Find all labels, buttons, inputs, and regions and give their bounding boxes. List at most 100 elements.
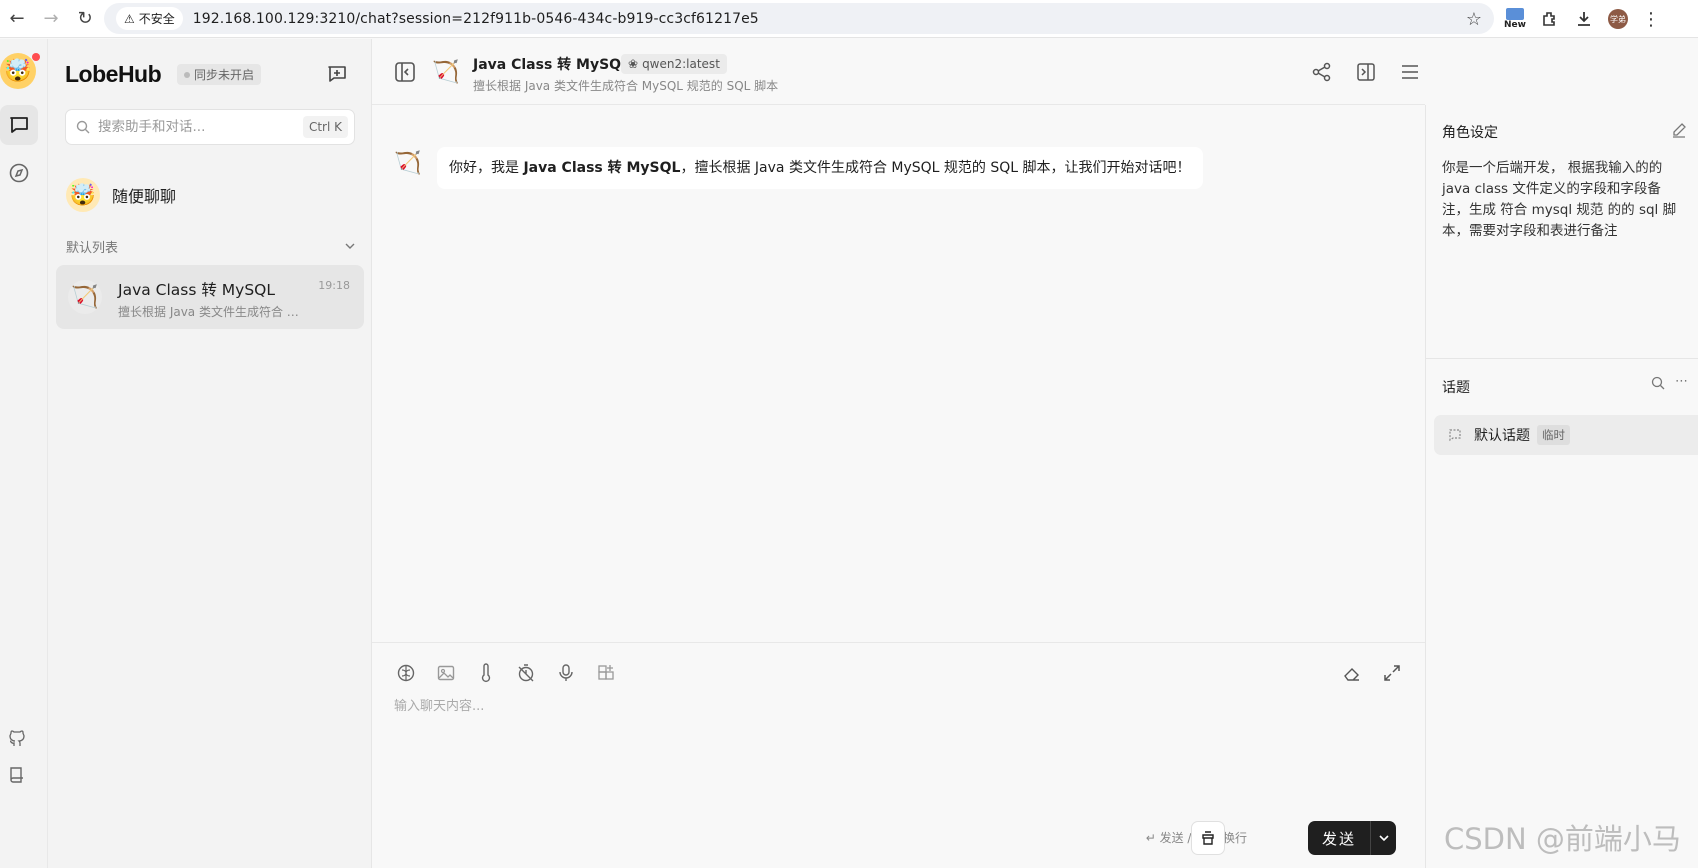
agent-avatar[interactable]: 🏹 [431, 57, 461, 87]
topics-title: 话题 [1442, 380, 1470, 396]
clear-input-button[interactable] [1338, 659, 1365, 686]
send-options-button[interactable] [1370, 821, 1396, 855]
role-settings-title: 角色设定 [1442, 125, 1498, 141]
clear-messages-button[interactable] [1191, 821, 1225, 855]
expand-icon [1383, 664, 1400, 681]
search-box[interactable]: Ctrl K [65, 109, 355, 145]
chat-icon [10, 117, 28, 133]
right-panel: 角色设定 你是一个后端开发， 根据我输入的的 java class 文件定义的字… [1425, 105, 1698, 868]
voice-input-button[interactable] [552, 659, 579, 686]
chevron-down-icon [345, 243, 355, 249]
user-avatar[interactable]: 🤯 [0, 53, 40, 89]
edit-icon[interactable] [1670, 121, 1688, 139]
share-button[interactable] [1307, 57, 1337, 87]
security-indicator[interactable]: ⚠ 不安全 [116, 7, 183, 30]
upload-image-button[interactable] [432, 659, 459, 686]
message-text-suffix: ，擅长根据 Java 类文件生成符合 MySQL 规范的 SQL 脚本，让我们开… [680, 160, 1191, 176]
topic-icon [1449, 429, 1461, 442]
more-icon[interactable]: ⋯ [1675, 375, 1688, 390]
menu-icon [1402, 65, 1418, 79]
compass-icon [9, 163, 29, 183]
role-prompt-text: 你是一个后端开发， 根据我输入的的 java class 文件定义的字段和字段备… [1442, 160, 1677, 239]
temporary-badge: 临时 [1537, 425, 1570, 445]
session-time: 19:18 [318, 279, 350, 292]
new-feature-icon [1505, 8, 1524, 20]
back-icon[interactable]: ← [0, 4, 34, 34]
extensions-icon[interactable] [1540, 9, 1560, 29]
assistant-avatar[interactable]: 🏹 [392, 147, 424, 179]
send-button-group: 发送 [1308, 821, 1397, 855]
image-icon [437, 665, 454, 680]
brain-icon [397, 664, 414, 681]
brand-logo: LobeHub [65, 61, 162, 87]
share-icon [1312, 62, 1331, 82]
notification-dot [32, 53, 40, 61]
settings-menu-button[interactable] [1395, 57, 1425, 87]
new-label: New [1504, 20, 1526, 30]
forward-icon[interactable]: → [34, 4, 68, 34]
collapse-sidebar-icon[interactable] [393, 60, 417, 84]
github-button[interactable] [0, 724, 34, 754]
message-text-prefix: 你好，我是 [449, 160, 524, 176]
nav-rail: 🤯 [0, 39, 48, 868]
random-chat-label: 随便聊聊 [112, 187, 177, 206]
panel-right-icon [1357, 63, 1375, 81]
profile-label: 学弟 [1609, 14, 1626, 24]
discover-nav-button[interactable] [0, 153, 38, 193]
chevron-down-icon [1378, 835, 1389, 842]
session-desc: 擅长根据 Java 类文件生成符合 MySQL 规范的 SQL 脚本 [118, 305, 308, 319]
default-group-header[interactable]: 默认列表 [66, 236, 356, 256]
docs-button[interactable] [0, 760, 34, 790]
search-icon[interactable] [1651, 376, 1665, 390]
model-switch-button[interactable] [392, 659, 419, 686]
panel-divider [1426, 358, 1698, 359]
watermark: CSDN @前端小马 [1444, 822, 1681, 856]
temperature-button[interactable] [472, 659, 499, 686]
toggle-right-panel-button[interactable] [1351, 57, 1381, 87]
random-chat-item[interactable]: 🤯 随便聊聊 [66, 175, 356, 215]
sync-status-badge[interactable]: 同步未开启 [177, 64, 262, 85]
new-feature-button[interactable]: New [1504, 8, 1526, 30]
topic-name: 默认话题 [1474, 428, 1530, 444]
warning-icon: ⚠ [124, 11, 135, 26]
download-icon[interactable] [1574, 9, 1594, 29]
search-icon [76, 120, 90, 134]
history-limit-button[interactable] [512, 659, 539, 686]
profile-avatar[interactable]: 学弟 [1607, 9, 1628, 29]
topic-item-default[interactable]: 默认话题 临时 [1434, 415, 1698, 455]
new-chat-icon [328, 66, 346, 82]
eraser-icon [1343, 667, 1359, 681]
expand-input-button[interactable] [1378, 659, 1405, 686]
reload-icon[interactable]: ↻ [68, 4, 102, 34]
browser-menu-icon[interactable]: ⋮ [1642, 9, 1660, 30]
message-agent-name: Java Class 转 MySQL [523, 160, 681, 176]
address-bar[interactable]: ⚠ 不安全 192.168.100.129:3210/chat?session=… [104, 3, 1494, 34]
model-label: qwen2:latest [642, 57, 720, 71]
browser-toolbar: ← → ↻ ⚠ 不安全 192.168.100.129:3210/chat?se… [0, 0, 1698, 38]
chat-input[interactable] [394, 695, 1394, 785]
agent-description: 擅长根据 Java 类文件生成符合 MySQL 规范的 SQL 脚本 [473, 79, 779, 93]
model-tag[interactable]: ❀ qwen2:latest [621, 54, 727, 74]
session-title: Java Class 转 MySQL [118, 281, 276, 299]
plugins-button[interactable] [592, 659, 619, 686]
session-sidebar: LobeHub 同步未开启 Ctrl K 🤯 随便聊聊 默认列表 🏹 Java … [48, 39, 372, 868]
url-text[interactable]: 192.168.100.129:3210/chat?session=212f91… [193, 11, 759, 27]
sync-status-label: 同步未开启 [194, 68, 255, 82]
microphone-icon [558, 663, 573, 681]
sync-dot [184, 71, 190, 78]
group-label: 默认列表 [66, 240, 119, 256]
chat-nav-button[interactable] [0, 105, 38, 145]
insecure-label: 不安全 [138, 12, 175, 26]
bookmark-star-icon[interactable]: ☆ [1466, 9, 1482, 30]
chat-header: 🏹 Java Class 转 MySQL ❀ qwen2:latest 擅长根据… [372, 39, 1425, 105]
model-icon: ❀ [628, 57, 639, 71]
new-chat-button[interactable] [322, 59, 352, 89]
random-chat-avatar: 🤯 [66, 178, 100, 212]
search-input[interactable] [98, 119, 288, 135]
grid-plus-icon [597, 664, 614, 680]
timer-off-icon [518, 663, 533, 681]
session-avatar: 🏹 [68, 280, 102, 314]
send-button[interactable]: 发送 [1308, 821, 1370, 855]
session-item-java-mysql[interactable]: 🏹 Java Class 转 MySQL 擅长根据 Java 类文件生成符合 M… [56, 265, 364, 329]
search-shortcut: Ctrl K [302, 116, 348, 138]
